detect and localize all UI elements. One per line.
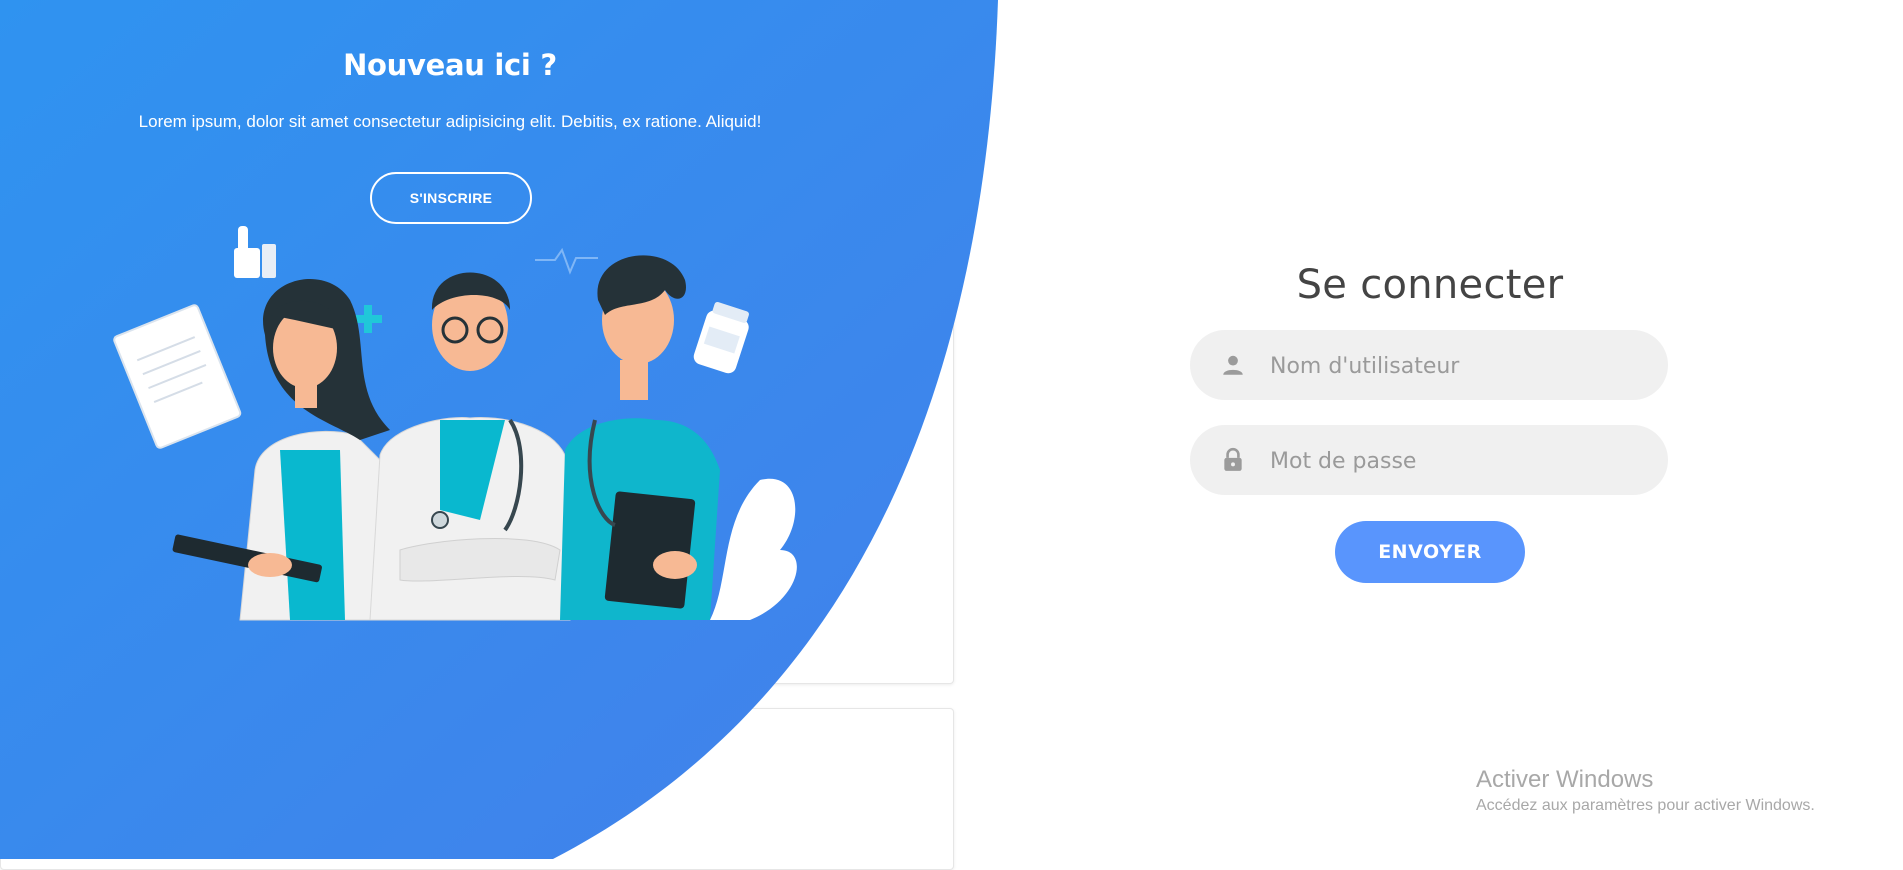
password-field[interactable] (1190, 425, 1668, 497)
user-icon (1223, 355, 1243, 375)
watermark-title: Activer Windows (1476, 766, 1654, 793)
password-input[interactable] (1268, 425, 1652, 497)
medical-team-illustration (113, 226, 797, 621)
doctor-male (369, 272, 571, 621)
signup-panel: Nouveau ici ? Lorem ipsum, dolor sit ame… (0, 0, 900, 680)
panel-title: Nouveau ici ? (343, 48, 557, 82)
thumbs-up-icon (234, 226, 276, 278)
lock-icon (1224, 447, 1242, 471)
windows-activation-watermark: Activer Windows Accédez aux paramètres p… (1476, 765, 1815, 817)
clipboard-icon (113, 304, 242, 449)
login-form: Se connecter ENVOYER (1190, 255, 1670, 583)
leaf-shape (710, 478, 797, 620)
submit-button[interactable]: ENVOYER (1335, 521, 1525, 583)
signup-button[interactable]: S'INSCRIRE (370, 172, 532, 224)
username-field[interactable] (1190, 330, 1668, 402)
panel-description: Lorem ipsum, dolor sit amet consectetur … (138, 112, 762, 131)
username-input[interactable] (1268, 330, 1652, 402)
pill-bottle-icon (693, 301, 749, 374)
watermark-subtitle: Accédez aux paramètres pour activer Wind… (1476, 797, 1815, 814)
doctor-scrubs (560, 255, 720, 620)
login-title: Se connecter (1296, 262, 1564, 308)
heartbeat-icon (535, 247, 598, 275)
